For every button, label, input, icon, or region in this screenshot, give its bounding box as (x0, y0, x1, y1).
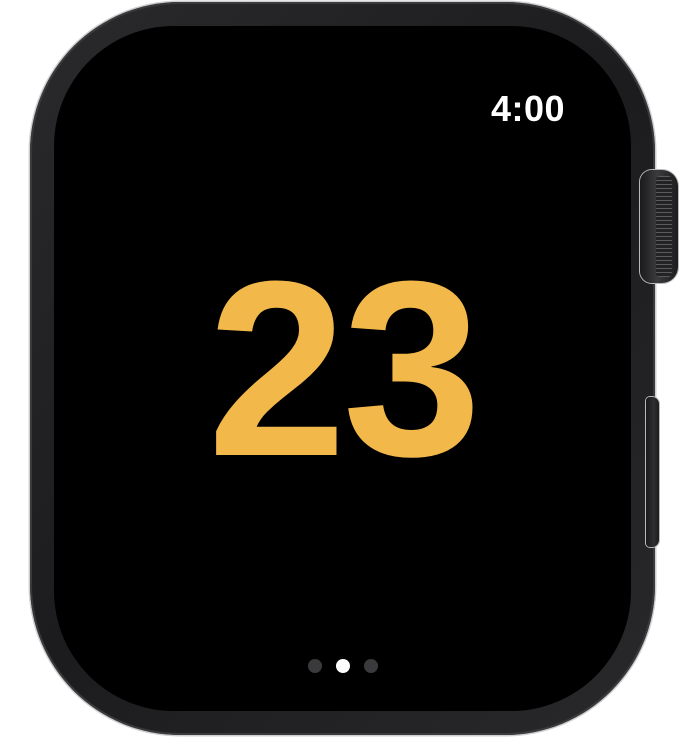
page-indicator (54, 659, 631, 673)
watch-screen: 4:00 23 (54, 26, 631, 711)
page-dot-1 (307, 659, 322, 673)
watch-device: 4:00 23 (0, 0, 686, 737)
counter-value: 23 (207, 229, 481, 508)
status-time: 4:00 (490, 88, 565, 129)
side-button[interactable] (646, 397, 659, 547)
page-dot-2-active (335, 659, 350, 673)
digital-crown[interactable] (640, 170, 678, 283)
page-dot-3 (363, 659, 378, 673)
